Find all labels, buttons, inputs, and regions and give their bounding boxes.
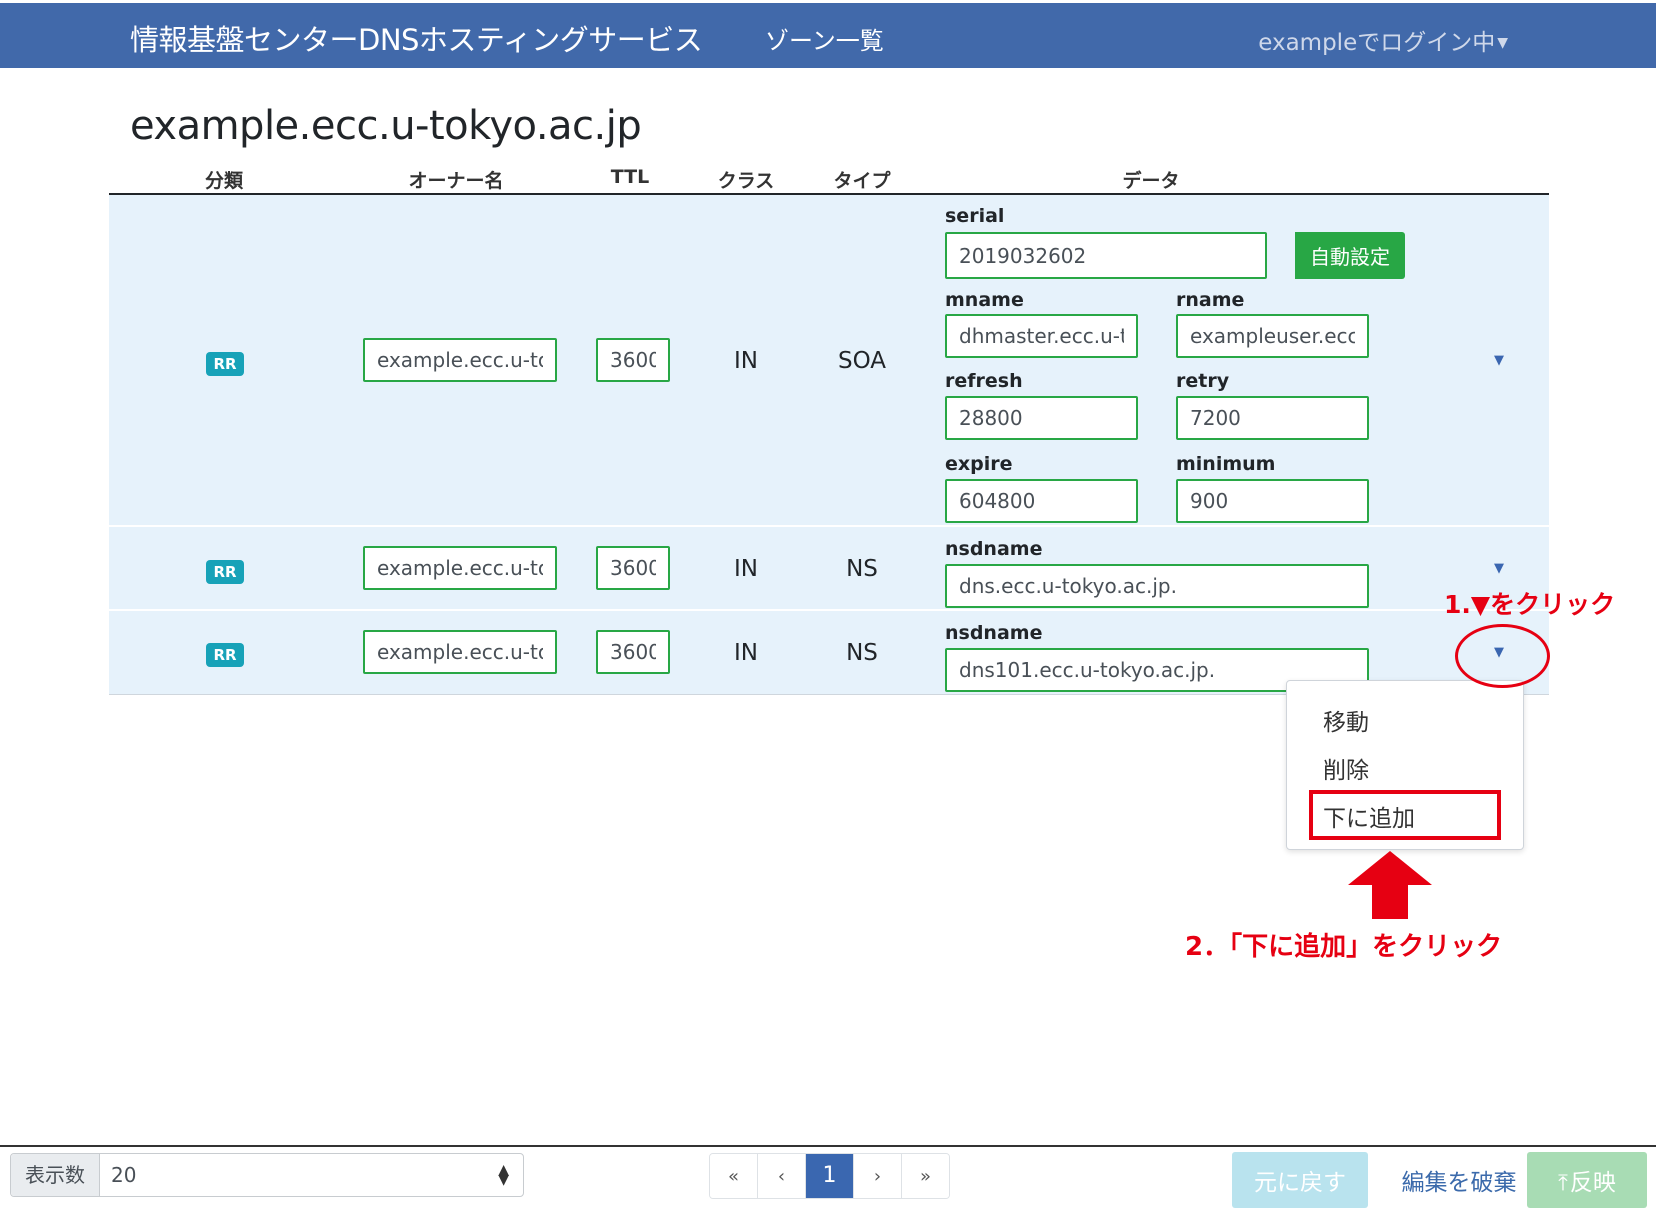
auto-set-button[interactable]: 自動設定 (1295, 232, 1405, 279)
annotation-circle (1455, 624, 1550, 688)
owner-input[interactable] (363, 338, 557, 382)
column-header-data: データ (1122, 170, 1180, 192)
rname-label: rname (1176, 289, 1245, 311)
type-value: NS (846, 556, 878, 582)
type-value: SOA (837, 348, 887, 374)
rr-badge: RR (206, 352, 244, 376)
retry-label: retry (1176, 370, 1230, 392)
column-header-class: クラス (717, 170, 775, 192)
column-header-category: 分類 (204, 170, 244, 192)
serial-input[interactable] (945, 232, 1267, 279)
menu-item-delete[interactable]: 削除 (1323, 751, 1369, 785)
sort-arrows-icon: ▲ ▼ (498, 1162, 509, 1188)
row-menu-caret-icon[interactable]: ▼ (1493, 354, 1505, 367)
serial-label: serial (945, 205, 1005, 227)
nsdname-label: nsdname (945, 538, 1043, 560)
column-header-owner: オーナー名 (408, 170, 504, 192)
type-value: NS (846, 640, 878, 666)
per-page-label: 表示数 (11, 1154, 100, 1196)
ttl-input[interactable] (596, 546, 670, 590)
retry-input[interactable] (1176, 396, 1369, 440)
nsdname-input[interactable] (945, 564, 1369, 608)
annotation-step2: 2．「下に追加」をクリック (1185, 932, 1503, 962)
apply-label: 反映 (1569, 1170, 1616, 1196)
page-next-button[interactable]: › (854, 1154, 902, 1198)
class-value: IN (734, 640, 758, 666)
user-menu[interactable]: exampleでログイン中 ▼ (1258, 23, 1508, 57)
mname-input[interactable] (945, 314, 1138, 358)
page-first-button[interactable]: « (710, 1154, 758, 1198)
rr-badge: RR (206, 560, 244, 584)
navbar: 情報基盤センターDNSホスティングサービス ゾーン一覧 exampleでログイン… (0, 3, 1656, 68)
page-last-button[interactable]: » (902, 1154, 949, 1198)
app-brand[interactable]: 情報基盤センターDNSホスティングサービス (130, 17, 703, 59)
expire-label: expire (945, 453, 1013, 475)
owner-input[interactable] (363, 546, 557, 590)
footer-divider (0, 1145, 1656, 1147)
refresh-label: refresh (945, 370, 1023, 392)
ttl-input[interactable] (596, 630, 670, 674)
owner-input[interactable] (363, 630, 557, 674)
ttl-input[interactable] (596, 338, 670, 382)
annotation-highlight-box (1309, 790, 1501, 840)
minimum-input[interactable] (1176, 479, 1369, 523)
page-prev-button[interactable]: ‹ (758, 1154, 806, 1198)
per-page-value: 20 (111, 1163, 137, 1187)
caret-down-icon: ▼ (1497, 35, 1508, 51)
undo-button[interactable]: 元に戻す (1232, 1152, 1368, 1208)
minimum-label: minimum (1176, 453, 1276, 475)
nav-zone-list[interactable]: ゾーン一覧 (765, 21, 884, 56)
zone-title: example.ecc.u-tokyo.ac.jp (130, 103, 642, 149)
annotation-step1: 1.▼をクリック (1444, 590, 1616, 619)
mname-label: mname (945, 289, 1024, 311)
apply-button[interactable]: ⤒反映 (1527, 1152, 1647, 1208)
discard-edits-button[interactable]: 編集を破棄 (1384, 1152, 1534, 1208)
column-header-ttl: TTL (610, 166, 650, 188)
user-menu-label: exampleでログイン中 (1258, 30, 1496, 56)
rr-badge: RR (206, 643, 244, 667)
menu-item-move[interactable]: 移動 (1323, 703, 1369, 737)
rname-input[interactable] (1176, 314, 1369, 358)
annotation-arrow-icon (1348, 851, 1432, 919)
class-value: IN (734, 556, 758, 582)
class-value: IN (734, 348, 758, 374)
pagination: « ‹ 1 › » (709, 1153, 950, 1199)
page-1-button[interactable]: 1 (806, 1154, 854, 1198)
expire-input[interactable] (945, 479, 1138, 523)
nsdname-label: nsdname (945, 622, 1043, 644)
upload-icon: ⤒ (1558, 1171, 1568, 1196)
column-header-type: タイプ (833, 170, 891, 192)
per-page-select[interactable]: 表示数 20 ▲ ▼ (10, 1153, 524, 1197)
row-menu-caret-icon[interactable]: ▼ (1493, 562, 1505, 575)
refresh-input[interactable] (945, 396, 1138, 440)
